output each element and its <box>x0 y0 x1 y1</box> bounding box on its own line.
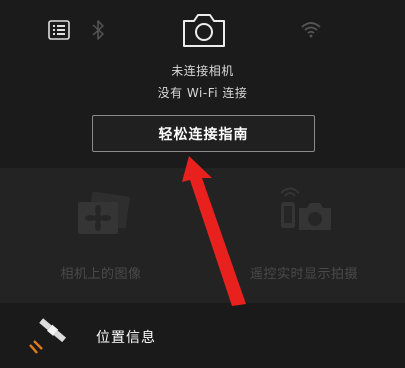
remote-live-view-icon <box>280 187 331 230</box>
remote-live-view-feature[interactable]: 遥控实时显示拍摄 <box>203 168 405 303</box>
list-icon[interactable] <box>48 20 70 40</box>
features-panel: 相机上的图像 遥控实时显示拍摄 <box>0 168 405 303</box>
camera-icon <box>183 14 225 47</box>
location-info-label: 位置信息 <box>96 330 156 346</box>
bluetooth-icon <box>92 20 104 40</box>
camera-images-feature[interactable]: 相机上的图像 <box>0 168 202 303</box>
camera-images-label: 相机上的图像 <box>60 267 142 282</box>
camera-status-text: 未连接相机 <box>171 64 234 78</box>
easy-connection-guide-button[interactable]: 轻松连接指南 <box>92 115 315 152</box>
connection-status-panel: 未连接相机 没有 Wi-Fi 连接 轻松连接指南 <box>0 0 405 168</box>
wifi-icon <box>301 22 321 38</box>
location-info-row[interactable]: 位置信息 <box>0 303 405 368</box>
camera-images-icon <box>78 191 130 234</box>
wifi-status-text: 没有 Wi-Fi 连接 <box>157 86 248 100</box>
satellite-icon <box>29 318 67 354</box>
remote-live-view-label: 遥控实时显示拍摄 <box>249 267 358 282</box>
